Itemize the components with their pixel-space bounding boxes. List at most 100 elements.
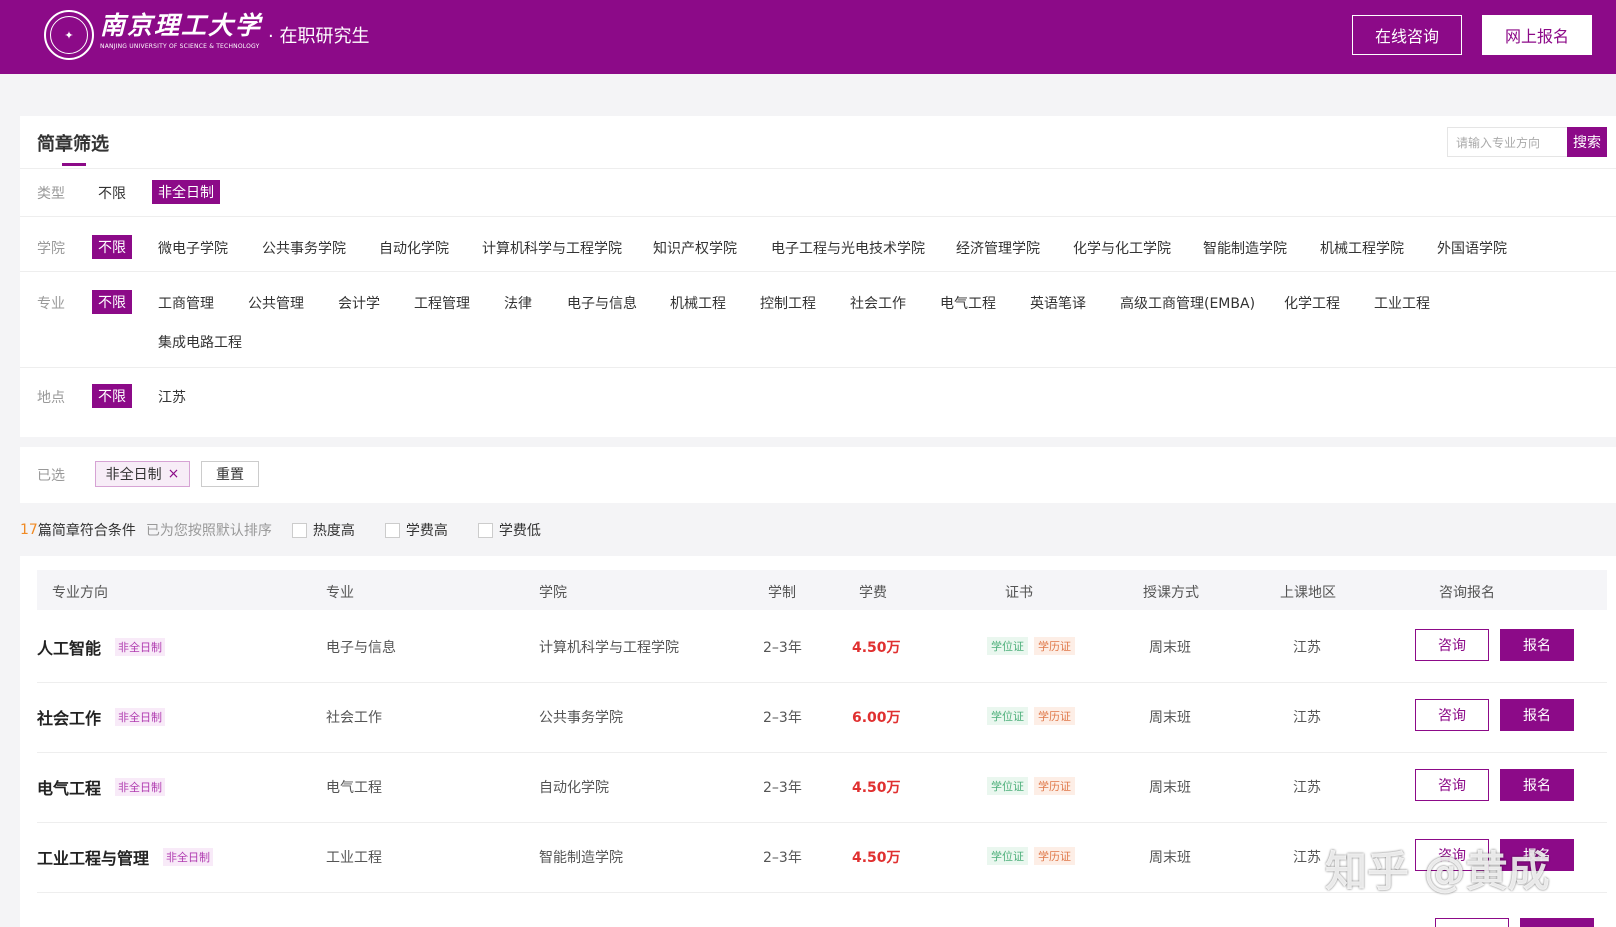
column-header: 咨询报名 (1439, 585, 1495, 601)
selected-tag-text: 非全日制 (105, 467, 162, 483)
major-option[interactable]: 法律 (504, 293, 532, 313)
college-cell: 计算机科学与工程学院 (539, 640, 679, 656)
major-option[interactable]: 机械工程 (670, 293, 726, 313)
college-cell: 公共事务学院 (539, 710, 623, 726)
direction-text: 电气工程 (37, 779, 102, 798)
college-option[interactable]: 微电子学院 (158, 238, 228, 258)
column-header: 学制 (768, 585, 796, 601)
top-header: ✦ 南京理工大学 NANJING UNIVERSITY OF SCIENCE &… (0, 0, 1616, 74)
divider (20, 367, 1616, 368)
sort-popular-checkbox[interactable]: 热度高 (291, 520, 355, 540)
college-option[interactable]: 计算机科学与工程学院 (482, 238, 622, 258)
type-option-parttime[interactable]: 非全日制 (152, 180, 220, 204)
major-option[interactable]: 社会工作 (850, 293, 906, 313)
college-option[interactable]: 知识产权学院 (653, 238, 737, 258)
result-count-suffix: 篇简章符合条件 (37, 523, 136, 539)
edu-cert-badge: 学历证 (1034, 707, 1075, 725)
program-direction[interactable]: 电气工程 非全日制 (37, 775, 166, 799)
logo-seal-icon: ✦ (50, 16, 88, 54)
parttime-badge: 非全日制 (115, 708, 166, 726)
university-logo[interactable]: ✦ (44, 10, 94, 60)
online-signup-button[interactable]: 网上报名 (1482, 15, 1592, 55)
checkbox-icon[interactable] (477, 522, 493, 538)
college-option[interactable]: 公共事务学院 (262, 238, 346, 258)
college-option[interactable]: 智能制造学院 (1203, 238, 1287, 258)
direction-text: 人工智能 (37, 639, 102, 658)
sort-option-label: 热度高 (312, 523, 355, 539)
major-cell: 电子与信息 (326, 640, 396, 656)
consult-button[interactable]: 咨询 (1415, 769, 1489, 801)
college-option[interactable]: 化学与化工学院 (1073, 238, 1171, 258)
consult-button-partial[interactable] (1435, 918, 1509, 927)
major-option[interactable]: 集成电路工程 (158, 332, 242, 352)
consult-button[interactable]: 咨询 (1415, 699, 1489, 731)
major-option[interactable]: 会计学 (338, 293, 380, 313)
college-option[interactable]: 机械工程学院 (1320, 238, 1404, 258)
table-row[interactable]: 人工智能 非全日制 电子与信息 计算机科学与工程学院 2–3年 4.50万 学位证… (37, 611, 1607, 683)
signup-button[interactable]: 报名 (1500, 769, 1574, 801)
type-option-any[interactable]: 不限 (98, 183, 126, 203)
column-header: 上课地区 (1280, 585, 1336, 601)
program-direction[interactable]: 人工智能 非全日制 (37, 635, 166, 659)
region-cell: 江苏 (1293, 640, 1321, 656)
search-input[interactable]: 请输入专业方向 (1447, 127, 1567, 157)
result-count: 17 (20, 522, 38, 538)
reset-button[interactable]: 重置 (201, 461, 259, 487)
sort-fee-high-checkbox[interactable]: 学费高 (384, 520, 448, 540)
fee-cell: 6.00万 (852, 710, 901, 726)
college-option[interactable]: 外国语学院 (1437, 238, 1507, 258)
cert-cell: 学位证 学历证 (987, 707, 1075, 725)
college-option[interactable]: 电子工程与光电技术学院 (771, 238, 925, 258)
major-option[interactable]: 工程管理 (414, 293, 470, 313)
major-option[interactable]: 电子与信息 (567, 293, 637, 313)
cert-cell: 学位证 学历证 (987, 637, 1075, 655)
college-option[interactable]: 不限 (92, 235, 132, 259)
major-option[interactable]: 工商管理 (158, 293, 214, 313)
major-option[interactable]: 控制工程 (760, 293, 816, 313)
edu-cert-badge: 学历证 (1034, 777, 1075, 795)
consult-button[interactable]: 咨询 (1415, 629, 1489, 661)
sort-fee-low-checkbox[interactable]: 学费低 (477, 520, 541, 540)
search-button[interactable]: 搜索 (1567, 127, 1607, 157)
edu-cert-badge: 学历证 (1034, 637, 1075, 655)
major-option[interactable]: 工业工程 (1374, 293, 1430, 313)
degree-cert-badge: 学位证 (987, 707, 1028, 725)
major-option[interactable]: 电气工程 (940, 293, 996, 313)
signup-button-partial[interactable] (1520, 918, 1594, 927)
online-consult-button[interactable]: 在线咨询 (1352, 15, 1462, 55)
years-cell: 2–3年 (763, 850, 802, 866)
table-row[interactable]: 社会工作 非全日制 社会工作 公共事务学院 2–3年 6.00万 学位证 学历证 周… (37, 681, 1607, 753)
program-direction[interactable]: 工业工程与管理 非全日制 (37, 845, 214, 869)
mode-cell: 周末班 (1149, 640, 1191, 656)
divider (20, 216, 1616, 217)
major-option[interactable]: 高级工商管理(EMBA) (1120, 293, 1255, 313)
location-option[interactable]: 江苏 (158, 387, 186, 407)
major-option[interactable]: 不限 (92, 290, 132, 314)
years-cell: 2–3年 (763, 640, 802, 656)
selected-tag[interactable]: 非全日制 × (95, 461, 190, 487)
major-option[interactable]: 化学工程 (1284, 293, 1340, 313)
major-option[interactable]: 公共管理 (248, 293, 304, 313)
column-header: 学费 (859, 585, 887, 601)
mode-cell: 周末班 (1149, 850, 1191, 866)
remove-tag-icon[interactable]: × (168, 466, 180, 482)
parttime-badge: 非全日制 (115, 778, 166, 796)
program-direction[interactable]: 社会工作 非全日制 (37, 705, 166, 729)
table-row[interactable]: 电气工程 非全日制 电气工程 自动化学院 2–3年 4.50万 学位证 学历证 周末… (37, 751, 1607, 823)
major-cell: 电气工程 (326, 780, 382, 796)
years-cell: 2–3年 (763, 780, 802, 796)
college-cell: 智能制造学院 (539, 850, 623, 866)
signup-button[interactable]: 报名 (1500, 629, 1574, 661)
college-option[interactable]: 自动化学院 (379, 238, 449, 258)
divider (20, 168, 1616, 169)
signup-button[interactable]: 报名 (1500, 699, 1574, 731)
divider (20, 271, 1616, 272)
college-cell: 自动化学院 (539, 780, 609, 796)
brand[interactable]: 南京理工大学 NANJING UNIVERSITY OF SCIENCE & T… (100, 12, 262, 51)
location-option[interactable]: 不限 (92, 384, 132, 408)
checkbox-icon[interactable] (384, 522, 400, 538)
brand-en: NANJING UNIVERSITY OF SCIENCE & TECHNOLO… (100, 43, 260, 50)
major-option[interactable]: 英语笔译 (1030, 293, 1086, 313)
checkbox-icon[interactable] (291, 522, 307, 538)
college-option[interactable]: 经济管理学院 (956, 238, 1040, 258)
